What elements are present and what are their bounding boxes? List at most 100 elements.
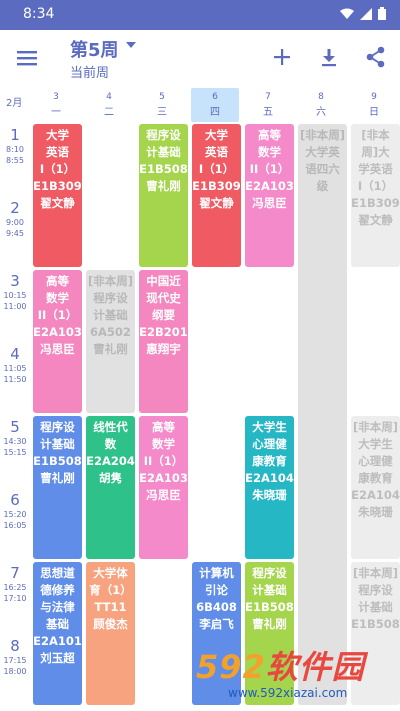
watermark-url: www.592xiazai.com [228, 686, 348, 700]
week-title: 第5周 [70, 40, 119, 61]
course-text-line: [非本周] [352, 420, 398, 434]
course-text-line: 6A502 [90, 325, 131, 339]
course-text-line: 数学 [46, 291, 69, 305]
period-end-time: 18:00 [3, 667, 27, 676]
course-text-line: 线性代 [93, 420, 128, 434]
day-number: 6 [212, 92, 218, 102]
course-text-line: 冯思臣 [40, 342, 75, 356]
period-label: 7 16:25 17:10 [0, 564, 30, 604]
course-text-line: 计基础 [358, 600, 393, 614]
course-block[interactable]: 中国近 现代史 纲要 E2B201 惠翔宇 [139, 270, 188, 413]
course-text-line: 现代史 [146, 291, 181, 305]
course-block[interactable]: 高等 数学 II（1） E2A103 冯思臣 [33, 270, 82, 413]
course-text-line: 翟文静 [358, 213, 393, 227]
course-block[interactable]: [非本周] 程序设 计基础 6A502 曹礼刚 [86, 270, 135, 413]
course-text-line: 朱晓珊 [252, 488, 287, 502]
course-block[interactable]: [非本 周]大 学英语 I（1） E1B309 翟文静 [351, 124, 400, 267]
course-text-line: 程序设 [146, 128, 181, 142]
course-text-line: E1B309 [351, 196, 400, 210]
course-block[interactable]: 程序设 计基础 E1B508 曹礼刚 [33, 416, 82, 559]
course-text-line: 高等 [258, 128, 281, 142]
app-bar: 第5周 当前周 [0, 30, 400, 86]
course-text-line: 曹礼刚 [252, 617, 287, 631]
download-button[interactable] [315, 43, 343, 71]
course-text-line: E1B508 [33, 454, 82, 468]
period-end-time: 15:15 [3, 448, 27, 457]
watermark-logo: 592软件园 www.592xiazai.com [190, 640, 400, 711]
course-text-line: 高等 [152, 420, 175, 434]
course-block[interactable]: 大学 英语 I（1） E1B309 翟文静 [33, 124, 82, 267]
period-start-time: 8:10 [6, 145, 24, 154]
course-block[interactable]: 高等 数学 II（1） E2A103 冯思臣 [245, 124, 294, 267]
day-header: 7五 [244, 88, 292, 122]
share-button[interactable] [362, 43, 390, 71]
period-end-time: 17:10 [3, 594, 27, 603]
period-label: 6 15:20 16:05 [0, 491, 30, 531]
day-header: 6四 [191, 88, 239, 122]
week-header: 2月 3一4二5三6四7五8六9日 [0, 86, 400, 124]
day-name: 六 [316, 107, 326, 118]
course-text-line: E2A104 [245, 471, 294, 485]
course-text-line: 大学体 [93, 566, 128, 580]
course-text-line: I（1） [198, 162, 235, 176]
course-text-line: 计基础 [40, 437, 75, 451]
course-block[interactable]: 思想道 德修养 与法律 基础 E2A101 刘玉超 [33, 562, 82, 705]
period-start-time: 9:00 [6, 218, 24, 227]
period-number: 1 [10, 126, 20, 144]
course-text-line: E2A103 [245, 179, 294, 193]
course-text-line: 学英语 [358, 162, 393, 176]
course-block[interactable]: 大学 英语 I（1） E1B309 翟文静 [192, 124, 241, 267]
day-number: 5 [159, 92, 165, 102]
week-subtitle: 当前周 [70, 66, 110, 81]
course-text-line: E2A103 [139, 471, 188, 485]
course-text-line: 心理健 [358, 454, 393, 468]
day-header: 8六 [297, 88, 345, 122]
hamburger-icon [17, 51, 37, 66]
course-text-line: II（1） [143, 454, 184, 468]
course-text-line: E2A101 [33, 634, 82, 648]
period-label: 1 8:10 8:55 [0, 126, 30, 166]
menu-button[interactable] [12, 43, 42, 73]
course-text-line: 胡隽 [99, 471, 122, 485]
course-text-line: E2A204 [86, 454, 135, 468]
course-block[interactable]: 大学生 心理健 康教育 E2A104 朱晓珊 [245, 416, 294, 559]
course-text-line: 刘玉超 [40, 651, 75, 665]
period-label: 3 10:15 11:00 [0, 272, 30, 312]
course-block[interactable]: [非本周] 大学生 心理健 康教育 E2A104 朱晓珊 [351, 416, 400, 559]
course-text-line: 朱晓珊 [358, 505, 393, 519]
course-text-line: II（1） [37, 308, 78, 322]
course-text-line: 数学 [152, 437, 175, 451]
course-text-line: 计算机 [199, 566, 234, 580]
course-block[interactable]: 高等 数学 II（1） E2A103 冯思臣 [139, 416, 188, 559]
month-label: 2月 [6, 98, 23, 109]
system-icons [340, 7, 386, 20]
day-name: 三 [157, 107, 167, 118]
course-text-line: E1B508 [245, 600, 294, 614]
day-number: 9 [371, 92, 377, 102]
course-block[interactable]: [非本周] 大学英 语四六级 [298, 124, 347, 705]
course-text-line: 大学 [46, 128, 69, 142]
course-text-line: 康教育 [252, 454, 287, 468]
course-text-line: 级 [316, 179, 329, 193]
add-button[interactable] [268, 43, 296, 71]
course-text-line: 计基础 [146, 145, 181, 159]
day-name: 一 [51, 107, 61, 118]
period-number: 7 [10, 564, 20, 582]
day-name: 日 [369, 107, 379, 118]
course-block[interactable]: 程序设 计基础 E1B508 曹礼刚 [139, 124, 188, 267]
period-start-time: 16:25 [3, 583, 27, 592]
course-block[interactable]: 线性代数 E2A204 胡隽 [86, 416, 135, 559]
course-text-line: E1B309 [33, 179, 82, 193]
course-text-line: 大学 [205, 128, 228, 142]
course-text-line: 大学生 [252, 420, 287, 434]
course-text-line: 曹礼刚 [146, 179, 181, 193]
course-text-line: 思想道 [40, 566, 75, 580]
day-number: 8 [318, 92, 324, 102]
course-text-line: [非本周] [87, 274, 133, 288]
course-block[interactable]: 大学体 育（1） TT11 顾俊杰 [86, 562, 135, 705]
download-icon [322, 49, 336, 67]
course-text-line: E1B508 [351, 617, 400, 631]
day-name: 五 [263, 107, 273, 118]
day-number: 7 [265, 92, 271, 102]
period-end-time: 11:00 [3, 302, 27, 311]
